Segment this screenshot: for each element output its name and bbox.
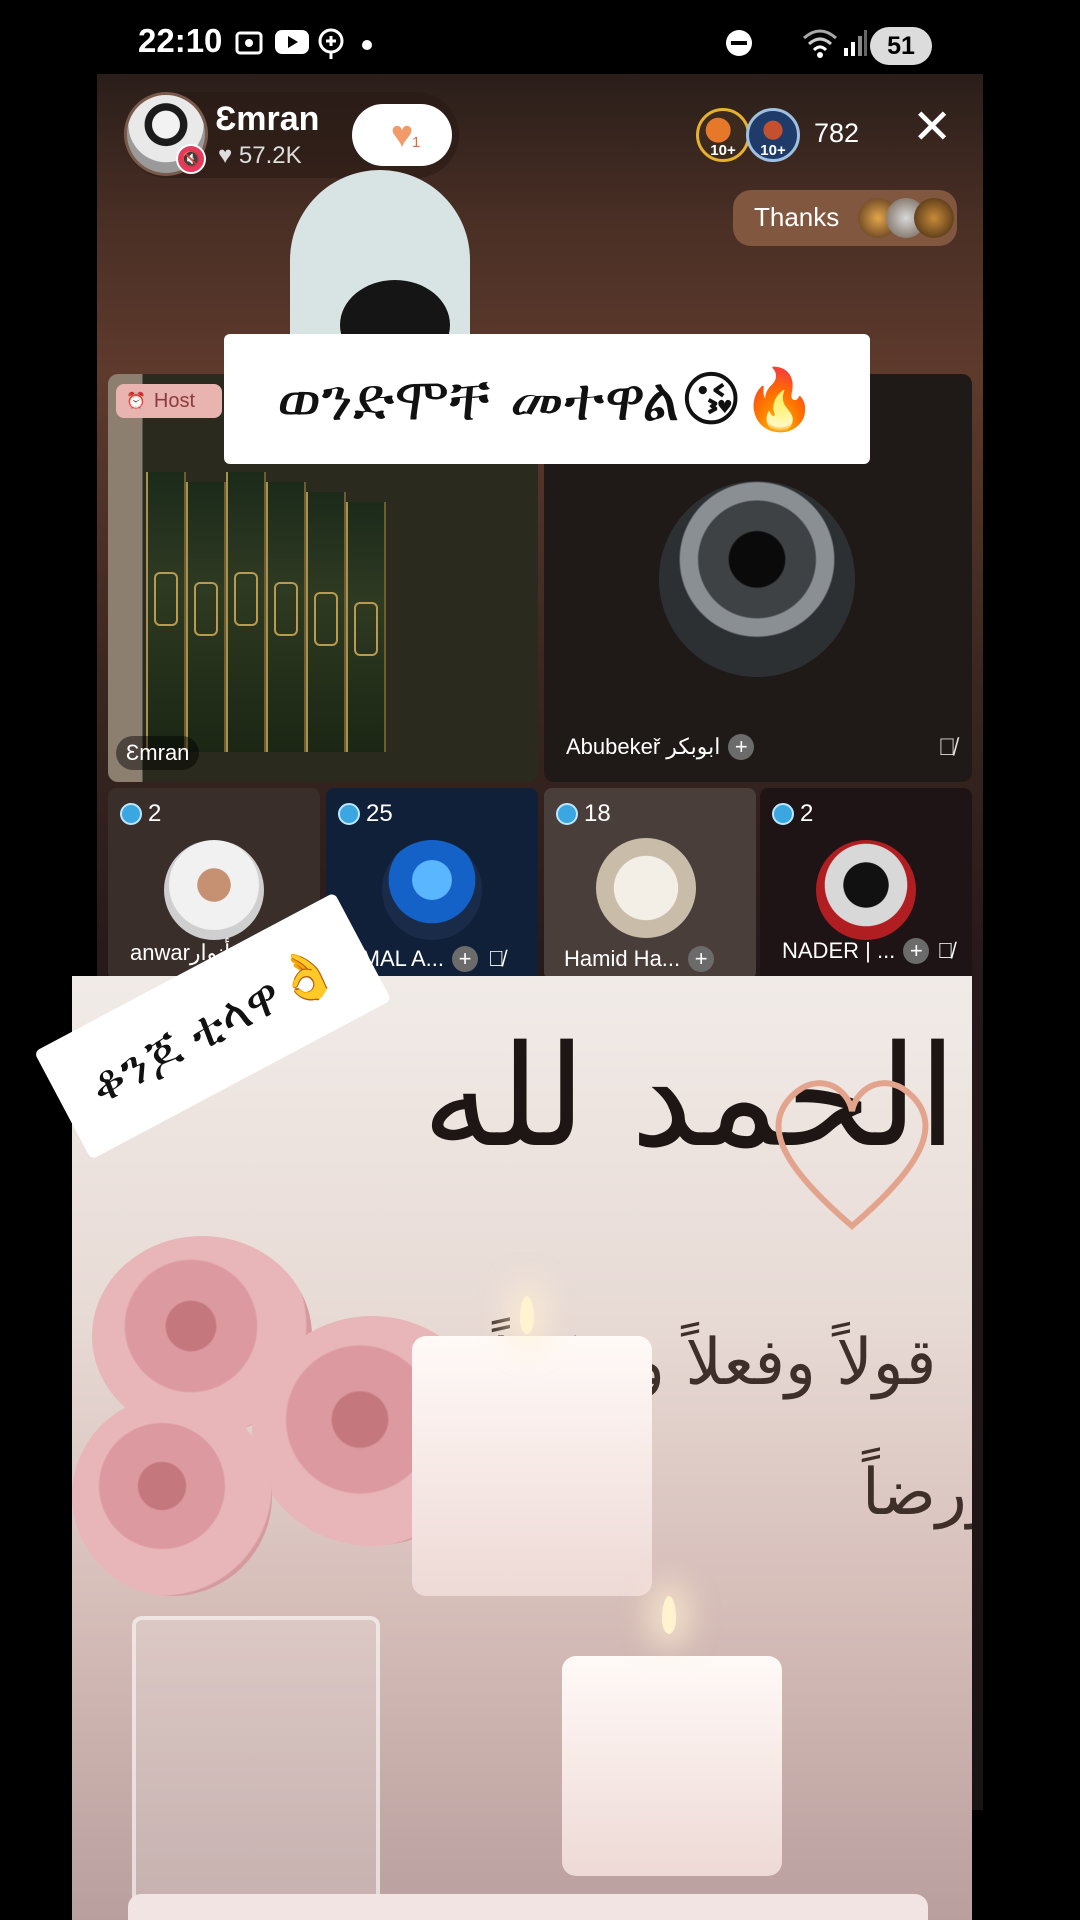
- do-not-disturb-icon: [724, 28, 754, 58]
- wifi-icon: [802, 28, 838, 58]
- candle-image: [562, 1656, 782, 1876]
- battery-icon: 51: [870, 27, 932, 65]
- seat-name-label: NADER | ...: [782, 938, 896, 963]
- status-bar: 22:10 51: [0, 0, 1080, 80]
- seat-badge: 18: [556, 800, 611, 828]
- glass-vase: [132, 1616, 380, 1920]
- book-image: [186, 482, 226, 752]
- gem-icon: [772, 803, 794, 825]
- mic-off-icon: 🎙̸: [938, 734, 956, 761]
- thanks-label: Thanks: [754, 202, 840, 232]
- top-viewer-avatar[interactable]: 10+: [696, 108, 750, 162]
- overlay-photo: الحمد لله قولاً وفعلاً وشكراً ورضاً: [72, 976, 972, 1920]
- gifter-avatar: [914, 198, 954, 238]
- viewer-count[interactable]: 782: [814, 118, 859, 149]
- gem-icon: [338, 803, 360, 825]
- add-icon[interactable]: +: [903, 938, 930, 964]
- gem-icon: [120, 803, 142, 825]
- host-tile-name: Ɛmran: [116, 736, 200, 770]
- book-image: [146, 472, 186, 752]
- rose-image: [72, 1396, 272, 1596]
- add-icon[interactable]: +: [452, 946, 479, 972]
- seat-badge-count: 2: [148, 800, 162, 827]
- seat-avatar[interactable]: [164, 840, 264, 940]
- host-tag: ⏰ Host: [116, 384, 222, 418]
- status-time: 22:10: [138, 22, 223, 59]
- seat-badge: 2: [120, 800, 161, 828]
- host-muted-icon: 🔇: [176, 144, 206, 174]
- seat-badge: 25: [338, 800, 393, 828]
- guest-avatar[interactable]: [659, 481, 855, 677]
- add-icon[interactable]: +: [688, 946, 715, 972]
- seat-avatar[interactable]: [596, 838, 696, 938]
- follow-count: 1: [412, 134, 421, 151]
- location-icon: [316, 28, 346, 60]
- top-viewer-avatar[interactable]: 10+: [746, 108, 800, 162]
- host-likes-count: 57.2K: [238, 142, 302, 169]
- guest-tile-name: Abubekeř ابوبكر +: [556, 730, 764, 764]
- seat-name-label: Hamid Ha...: [564, 946, 681, 971]
- home-indicator[interactable]: [128, 1894, 928, 1920]
- mic-off-icon: 🎙̸: [937, 938, 954, 963]
- youtube-icon: [274, 28, 310, 56]
- seat-name: NADER | ... + 🎙̸: [782, 938, 954, 964]
- heart-icon: ♥: [218, 142, 233, 169]
- seat-badge: 2: [772, 800, 813, 828]
- arabic-calligraphy-line2: ورضاً: [862, 1456, 972, 1530]
- seat-name: Hamid Ha... +: [564, 946, 715, 972]
- candle-image: [412, 1336, 652, 1596]
- follow-button[interactable]: ♥ 1: [352, 104, 452, 166]
- seat-badge-count: 25: [366, 800, 393, 827]
- viewer-badge: 10+: [710, 142, 736, 159]
- dot-icon: [362, 40, 372, 50]
- add-icon[interactable]: +: [728, 734, 755, 760]
- host-name: Ɛmran: [215, 100, 320, 138]
- book-image: [346, 502, 386, 752]
- seat-badge-count: 2: [800, 800, 814, 827]
- heart-outline-icon: [775, 1080, 929, 1230]
- candle-flame: [520, 1296, 534, 1334]
- seat-badge-count: 18: [584, 800, 611, 827]
- screen-record-icon: [234, 28, 264, 58]
- book-image: [226, 472, 266, 752]
- seat-avatar[interactable]: [816, 840, 916, 940]
- signal-icon: [842, 28, 868, 58]
- caption-sticker-top: ወንድሞቸ መተዋል😘🔥: [224, 334, 870, 464]
- viewer-badge: 10+: [760, 142, 786, 159]
- alarm-icon: ⏰: [126, 393, 146, 410]
- seat-avatar[interactable]: [382, 840, 482, 940]
- host-likes: ♥ 57.2K: [218, 142, 302, 170]
- host-tag-label: Host: [153, 389, 196, 412]
- heart-icon: ♥: [390, 113, 414, 156]
- candle-flame: [662, 1596, 676, 1634]
- gem-icon: [556, 803, 578, 825]
- guest-name: Abubekeř ابوبكر: [566, 734, 721, 759]
- book-image: [306, 492, 346, 752]
- book-image: [266, 482, 306, 752]
- close-icon[interactable]: ✕: [912, 104, 952, 152]
- mic-off-icon: 🎙̸: [488, 946, 505, 971]
